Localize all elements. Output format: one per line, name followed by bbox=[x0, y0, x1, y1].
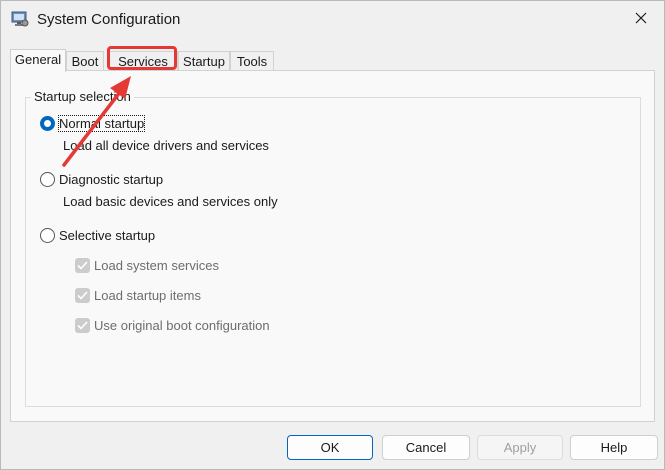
checkmark-icon bbox=[77, 291, 88, 300]
normal-startup-label[interactable]: Normal startup bbox=[57, 115, 146, 132]
tab-startup[interactable]: Startup bbox=[178, 51, 230, 71]
selective-startup-radio[interactable] bbox=[40, 228, 55, 243]
use-original-boot-config-checkbox[interactable] bbox=[75, 318, 90, 333]
load-startup-items-checkbox[interactable] bbox=[75, 288, 90, 303]
system-configuration-window: System Configuration General Boot Servic… bbox=[0, 0, 665, 470]
checkmark-icon bbox=[77, 261, 88, 270]
ok-button[interactable]: OK bbox=[287, 435, 373, 460]
tab-general[interactable]: General bbox=[10, 49, 66, 72]
close-icon bbox=[635, 11, 647, 29]
load-startup-items-label: Load startup items bbox=[94, 288, 201, 303]
tab-tools[interactable]: Tools bbox=[230, 51, 274, 71]
cancel-button[interactable]: Cancel bbox=[382, 435, 470, 460]
load-system-services-checkbox[interactable] bbox=[75, 258, 90, 273]
diagnostic-startup-radio[interactable] bbox=[40, 172, 55, 187]
window-title: System Configuration bbox=[37, 11, 181, 28]
normal-startup-radio[interactable] bbox=[40, 116, 55, 131]
msconfig-app-icon bbox=[11, 10, 29, 28]
diagnostic-startup-label[interactable]: Diagnostic startup bbox=[59, 172, 163, 187]
load-system-services-label: Load system services bbox=[94, 258, 219, 273]
diagnostic-startup-description: Load basic devices and services only bbox=[63, 194, 278, 209]
title-bar: System Configuration bbox=[1, 1, 664, 39]
group-legend: Startup selection bbox=[31, 89, 134, 104]
normal-startup-description: Load all device drivers and services bbox=[63, 138, 269, 153]
checkmark-icon bbox=[77, 321, 88, 330]
apply-button[interactable]: Apply bbox=[477, 435, 563, 460]
startup-selection-group: Startup selection Normal startup Load al… bbox=[25, 89, 641, 407]
use-original-boot-config-label: Use original boot configuration bbox=[94, 318, 270, 333]
general-tab-panel: Startup selection Normal startup Load al… bbox=[10, 70, 655, 422]
selective-startup-label[interactable]: Selective startup bbox=[59, 228, 155, 243]
close-button[interactable] bbox=[618, 1, 664, 39]
annotation-highlight-box bbox=[107, 46, 177, 70]
help-button[interactable]: Help bbox=[570, 435, 658, 460]
tab-boot[interactable]: Boot bbox=[66, 51, 104, 71]
